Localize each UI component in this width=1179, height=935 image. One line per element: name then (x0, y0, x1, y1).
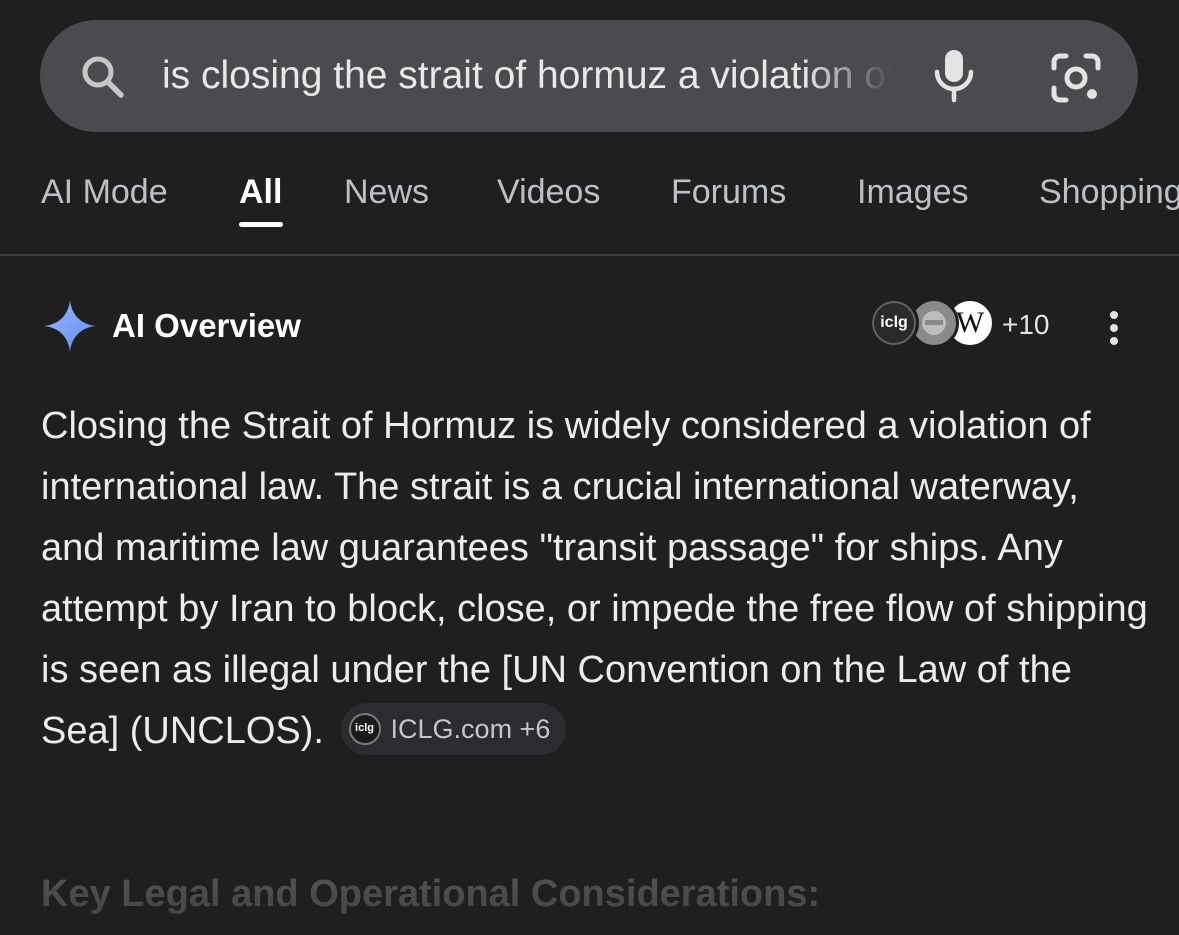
source-favicons[interactable]: iclg W (869, 298, 999, 354)
ai-overview-header: AI Overview iclg W +10 (40, 296, 1140, 356)
tab-shopping[interactable]: Shopping (1039, 170, 1179, 214)
iclg-logo-icon: iclg (348, 712, 381, 745)
more-options-icon[interactable] (1102, 310, 1126, 346)
tab-images[interactable]: Images (857, 170, 969, 214)
more-sources-count[interactable]: +10 (1002, 306, 1050, 344)
tab-videos[interactable]: Videos (497, 170, 600, 214)
tab-ai-mode[interactable]: AI Mode (41, 170, 168, 214)
ai-overview-title: AI Overview (112, 307, 301, 344)
section-heading: Key Legal and Operational Considerations… (41, 873, 821, 915)
site-glyph-icon (922, 311, 946, 335)
active-tab-indicator (239, 222, 283, 227)
ai-overview-body: Closing the Strait of Hormuz is widely c… (41, 396, 1151, 762)
search-icon[interactable] (78, 52, 126, 100)
tab-forums[interactable]: Forums (671, 170, 786, 214)
microphone-icon[interactable] (932, 48, 976, 104)
sparkle-icon (44, 300, 96, 352)
tabs-divider (0, 254, 1179, 256)
tab-all[interactable]: All (239, 170, 282, 214)
citation-label: ICLG.com +6 (390, 713, 551, 744)
tab-news[interactable]: News (344, 170, 429, 214)
ai-overview-paragraph: Closing the Strait of Hormuz is widely c… (41, 405, 1148, 752)
citation-chip[interactable]: iclg ICLG.com +6 (340, 702, 567, 755)
lens-camera-icon[interactable] (1050, 52, 1102, 104)
search-results-page: is closing the strait of hormuz a violat… (0, 0, 1179, 935)
iclg-logo: iclg (869, 298, 919, 348)
search-tabs: AI Mode All News Videos Forums Images Sh… (0, 160, 1179, 256)
search-input[interactable]: is closing the strait of hormuz a violat… (162, 48, 892, 104)
